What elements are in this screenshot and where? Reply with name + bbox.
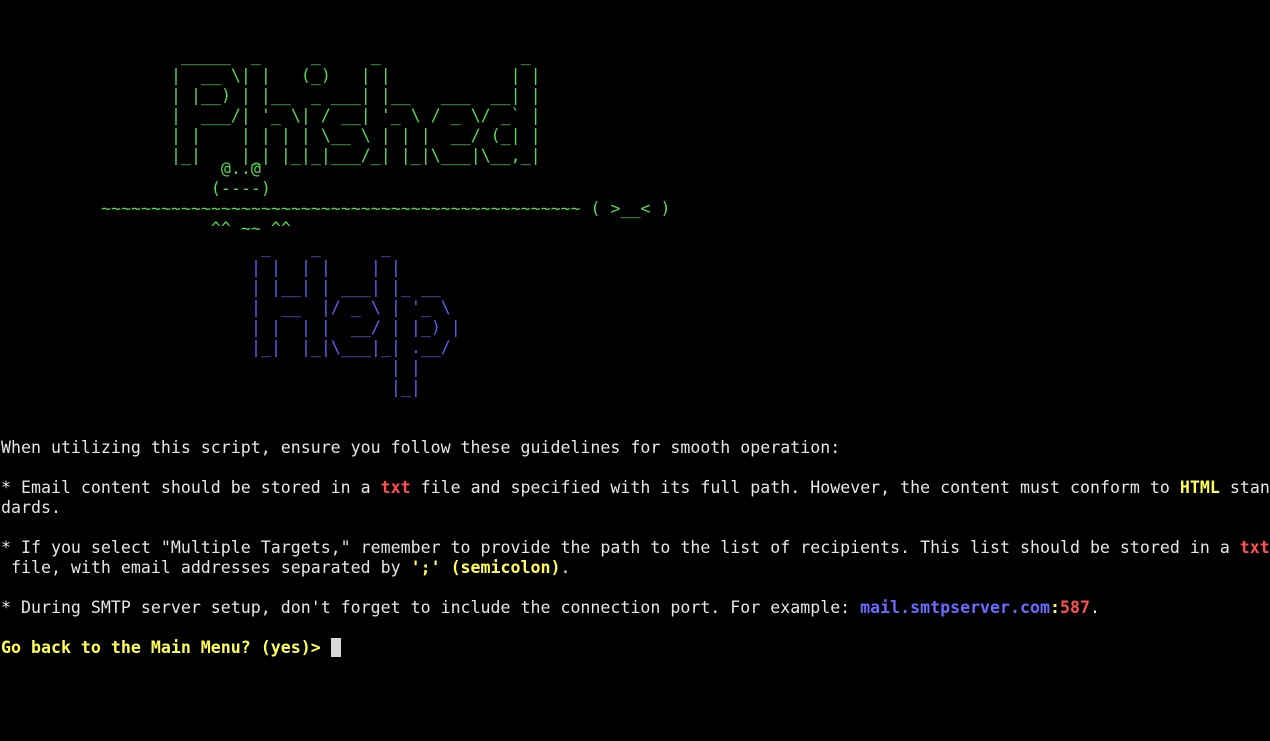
- phished-ascii-logo: _____ _ _ _ _ | __ \| | (_) | | | | | |_…: [170, 46, 541, 165]
- guideline-wrap: file, with email addresses separated by …: [1, 558, 570, 578]
- help-ascii-title: _ _ _ | | | | | | | |__| | ___| |_ __ | …: [250, 238, 461, 397]
- colon-separator: :: [1050, 598, 1060, 617]
- terminal-window: _____ _ _ _ _ | __ \| | (_) | | | | | |_…: [0, 0, 1270, 741]
- mascot-ascii-art: @..@ (----) ~~~~~~~~~~~~~~~~~~~~~~~~~~~~…: [101, 159, 671, 238]
- txt-highlight: txt: [1239, 538, 1270, 557]
- guideline-text: * Email content should be stored in a: [1, 478, 381, 497]
- guideline-email-content: * Email content should be stored in a tx…: [1, 478, 1270, 498]
- text-cursor[interactable]: [330, 638, 341, 657]
- guideline-text: stan: [1219, 478, 1270, 497]
- html-highlight: HTML: [1179, 478, 1220, 497]
- prompt-line[interactable]: Go back to the Main Menu? (yes)>: [1, 638, 341, 658]
- guideline-text: * If you select "Multiple Targets," reme…: [1, 538, 1240, 557]
- guideline-text: .: [560, 558, 571, 577]
- guideline-wrap: dards.: [1, 498, 61, 517]
- guideline-multiple-targets: * If you select "Multiple Targets," reme…: [1, 538, 1270, 558]
- intro-text: When utilizing this script, ensure you f…: [1, 438, 841, 457]
- guideline-text: .: [1089, 598, 1100, 617]
- smtp-host-example: mail.smtpserver.com: [860, 598, 1050, 617]
- guideline-text: file and specified with its full path. H…: [410, 478, 1180, 497]
- semicolon-highlight: ';' (semicolon): [410, 558, 561, 577]
- guideline-text: * During SMTP server setup, don't forget…: [1, 598, 861, 617]
- guideline-text: file, with email addresses separated by: [1, 558, 411, 577]
- guideline-smtp-port: * During SMTP server setup, don't forget…: [1, 598, 1100, 618]
- port-example: 587: [1060, 598, 1090, 617]
- txt-highlight: txt: [380, 478, 411, 497]
- main-menu-prompt: Go back to the Main Menu? (yes)>: [1, 638, 331, 657]
